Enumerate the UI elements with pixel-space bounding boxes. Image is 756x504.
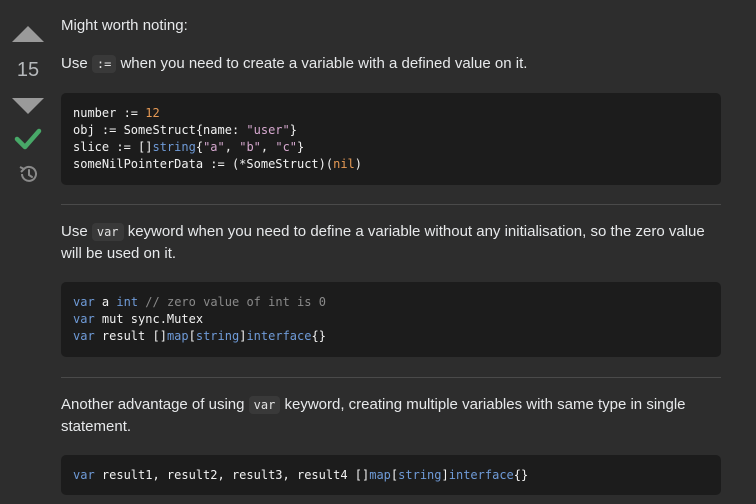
upvote-arrow-icon[interactable] <box>12 26 44 42</box>
code-token: var <box>73 468 95 482</box>
code-token: someNilPointerData := (*SomeStruct)( <box>73 157 334 171</box>
code-token: int <box>116 295 139 309</box>
code-token: ] <box>441 468 449 482</box>
code-token: string <box>152 140 196 154</box>
code-block-multiple-var: var result1, result2, result3, result4 [… <box>61 455 721 495</box>
paragraph-assignment: Use := when you need to create a variabl… <box>61 53 527 75</box>
code-token: obj := SomeStruct{name: <box>73 123 247 137</box>
text: Use <box>61 55 92 72</box>
code-comment: // zero value of int is 0 <box>145 295 326 309</box>
code-token: interface <box>246 329 312 343</box>
code-token: slice := [] <box>73 140 153 154</box>
code-token: var <box>73 295 95 309</box>
code-token: a <box>94 295 117 309</box>
code-token: } <box>297 140 305 154</box>
vote-cell: 15 <box>0 0 56 185</box>
code-block-short-declaration: number := 12 obj := SomeStruct{name: "us… <box>61 93 721 185</box>
text: Use <box>61 223 92 240</box>
inline-code: var <box>248 396 281 414</box>
paragraph-var-zero-value: Use var keyword when you need to define … <box>61 221 721 265</box>
code-token: "a" <box>203 140 225 154</box>
code-token: "b" <box>239 140 261 154</box>
text: keyword when you need to define a variab… <box>61 223 705 262</box>
code-token: [ <box>188 329 196 343</box>
paragraph-var-multiple: Another advantage of using var keyword, … <box>61 394 721 438</box>
accepted-check-icon <box>14 128 42 150</box>
code-token: number := <box>73 106 146 120</box>
divider <box>61 204 721 205</box>
code-token: 12 <box>145 106 160 120</box>
code-token: ) <box>354 157 363 171</box>
code-token: {} <box>311 329 326 343</box>
code-token: {} <box>513 468 529 482</box>
code-token: } <box>289 123 297 137</box>
code-token: mut sync.Mutex <box>94 312 204 326</box>
code-token: string <box>195 329 240 343</box>
code-token: var <box>73 312 95 326</box>
code-token: result1, result2, result3, result4 [] <box>94 468 370 482</box>
history-icon[interactable] <box>17 163 39 185</box>
code-token: map <box>369 468 391 482</box>
inline-code: var <box>91 223 124 241</box>
intro-text: Might worth noting: <box>61 17 188 34</box>
divider <box>61 377 721 378</box>
code-token: string <box>398 468 442 482</box>
code-token: "user" <box>246 123 290 137</box>
text: when you need to create a variable with … <box>116 55 528 72</box>
code-token: nil <box>333 157 355 171</box>
code-token: { <box>195 140 204 154</box>
code-block-var-declaration: var a int // zero value of int is 0 var … <box>61 282 721 357</box>
code-token: map <box>166 329 189 343</box>
vote-count: 15 <box>16 59 40 81</box>
code-token: "c" <box>275 140 298 154</box>
code-token: var <box>73 329 95 343</box>
code-token: , <box>260 140 276 154</box>
code-token: result [] <box>94 329 167 343</box>
code-token: interface <box>448 468 514 482</box>
code-token: , <box>224 140 240 154</box>
text: Another advantage of using <box>61 396 249 413</box>
downvote-arrow-icon[interactable] <box>12 98 44 114</box>
inline-code: := <box>91 55 117 73</box>
